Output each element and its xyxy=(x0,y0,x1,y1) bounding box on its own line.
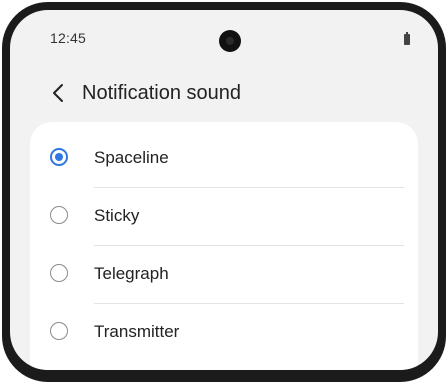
sound-list: Spaceline Sticky Telegraph Transmitter xyxy=(30,122,418,370)
phone-screen: 12:45 Notification sound Spaceline Stick… xyxy=(10,10,438,370)
sound-option-label: Transmitter xyxy=(94,322,180,341)
radio-button[interactable] xyxy=(50,264,68,282)
chevron-left-icon xyxy=(53,84,63,102)
radio-button[interactable] xyxy=(50,206,68,224)
page-background: 12:45 Notification sound Spaceline Stick… xyxy=(0,0,448,382)
sound-option-telegraph[interactable]: Telegraph xyxy=(30,246,418,304)
sound-option-transmitter[interactable]: Transmitter xyxy=(30,304,418,362)
sound-option-sticky[interactable]: Sticky xyxy=(30,188,418,246)
radio-button[interactable] xyxy=(50,322,68,340)
app-bar: Notification sound xyxy=(10,66,438,122)
status-bar: 12:45 xyxy=(10,10,438,52)
front-camera-icon xyxy=(219,30,241,52)
battery-icon xyxy=(404,32,410,45)
sound-option-label: Telegraph xyxy=(94,264,169,283)
status-time: 12:45 xyxy=(50,30,87,46)
sound-option-spaceline[interactable]: Spaceline xyxy=(30,130,418,188)
back-button[interactable] xyxy=(46,80,72,106)
page-title: Notification sound xyxy=(82,82,241,104)
radio-button-selected[interactable] xyxy=(50,148,68,166)
phone-frame: 12:45 Notification sound Spaceline Stick… xyxy=(2,2,446,382)
sound-option-label: Sticky xyxy=(94,206,140,225)
sound-option-label: Spaceline xyxy=(94,148,169,167)
